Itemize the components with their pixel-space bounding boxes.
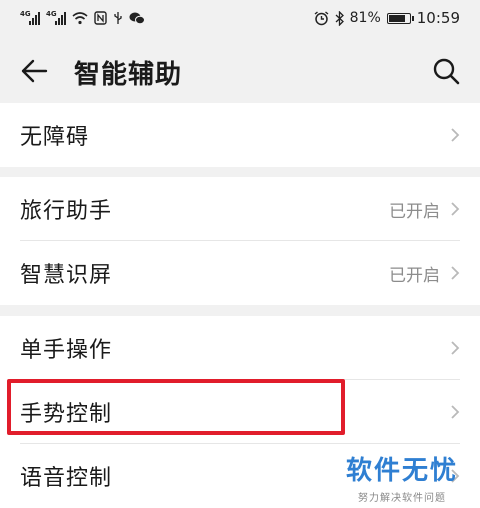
- chevron-right-icon: [451, 128, 460, 142]
- watermark: 软件无忧 努力解决软件问题: [346, 450, 458, 504]
- app-bar: 智能辅助: [0, 36, 480, 106]
- back-arrow-icon[interactable]: [20, 57, 48, 85]
- watermark-title: 软件无忧: [345, 456, 458, 486]
- setting-status: 已开启: [389, 265, 440, 286]
- wifi-icon: [72, 11, 88, 24]
- status-right: 81% 10:59: [314, 9, 460, 27]
- chevron-right-icon: [451, 341, 460, 355]
- setting-label: 语音控制: [20, 466, 113, 491]
- setting-status: 已开启: [389, 201, 440, 222]
- setting-travel-assistant[interactable]: 旅行助手 已开启: [0, 177, 480, 241]
- bluetooth-icon: [335, 10, 344, 26]
- setting-label: 智慧识屏: [20, 263, 113, 288]
- highlight-box: [7, 379, 345, 435]
- status-bar: 4G 4G 81% 10:59: [0, 0, 480, 36]
- setting-accessibility[interactable]: 无障碍: [0, 103, 480, 167]
- search-icon[interactable]: [432, 57, 460, 85]
- setting-label: 单手操作: [20, 338, 113, 363]
- wechat-icon: [129, 12, 145, 25]
- alarm-icon: [314, 10, 329, 25]
- setting-smart-screen[interactable]: 智慧识屏 已开启: [0, 241, 480, 305]
- status-left: 4G 4G: [20, 10, 145, 25]
- setting-label: 旅行助手: [20, 199, 113, 224]
- chevron-right-icon: [451, 202, 460, 216]
- usb-icon: [114, 12, 122, 24]
- watermark-subtitle: 努力解决软件问题: [357, 493, 446, 504]
- settings-group-accessibility: 无障碍: [0, 103, 480, 167]
- nfc-icon: [94, 11, 107, 25]
- chevron-right-icon: [451, 266, 460, 280]
- setting-label: 无障碍: [20, 125, 90, 150]
- signal-icon: 4G: [20, 10, 40, 25]
- signal-icon: 4G: [46, 10, 66, 25]
- battery-percent: 81%: [349, 10, 381, 26]
- clock: 10:59: [416, 9, 460, 27]
- settings-group-assistant: 旅行助手 已开启 智慧识屏 已开启: [0, 177, 480, 305]
- setting-one-hand-mode[interactable]: 单手操作: [0, 316, 480, 380]
- battery-icon: [386, 12, 414, 24]
- chevron-right-icon: [451, 405, 460, 419]
- page-title: 智能辅助: [74, 60, 183, 90]
